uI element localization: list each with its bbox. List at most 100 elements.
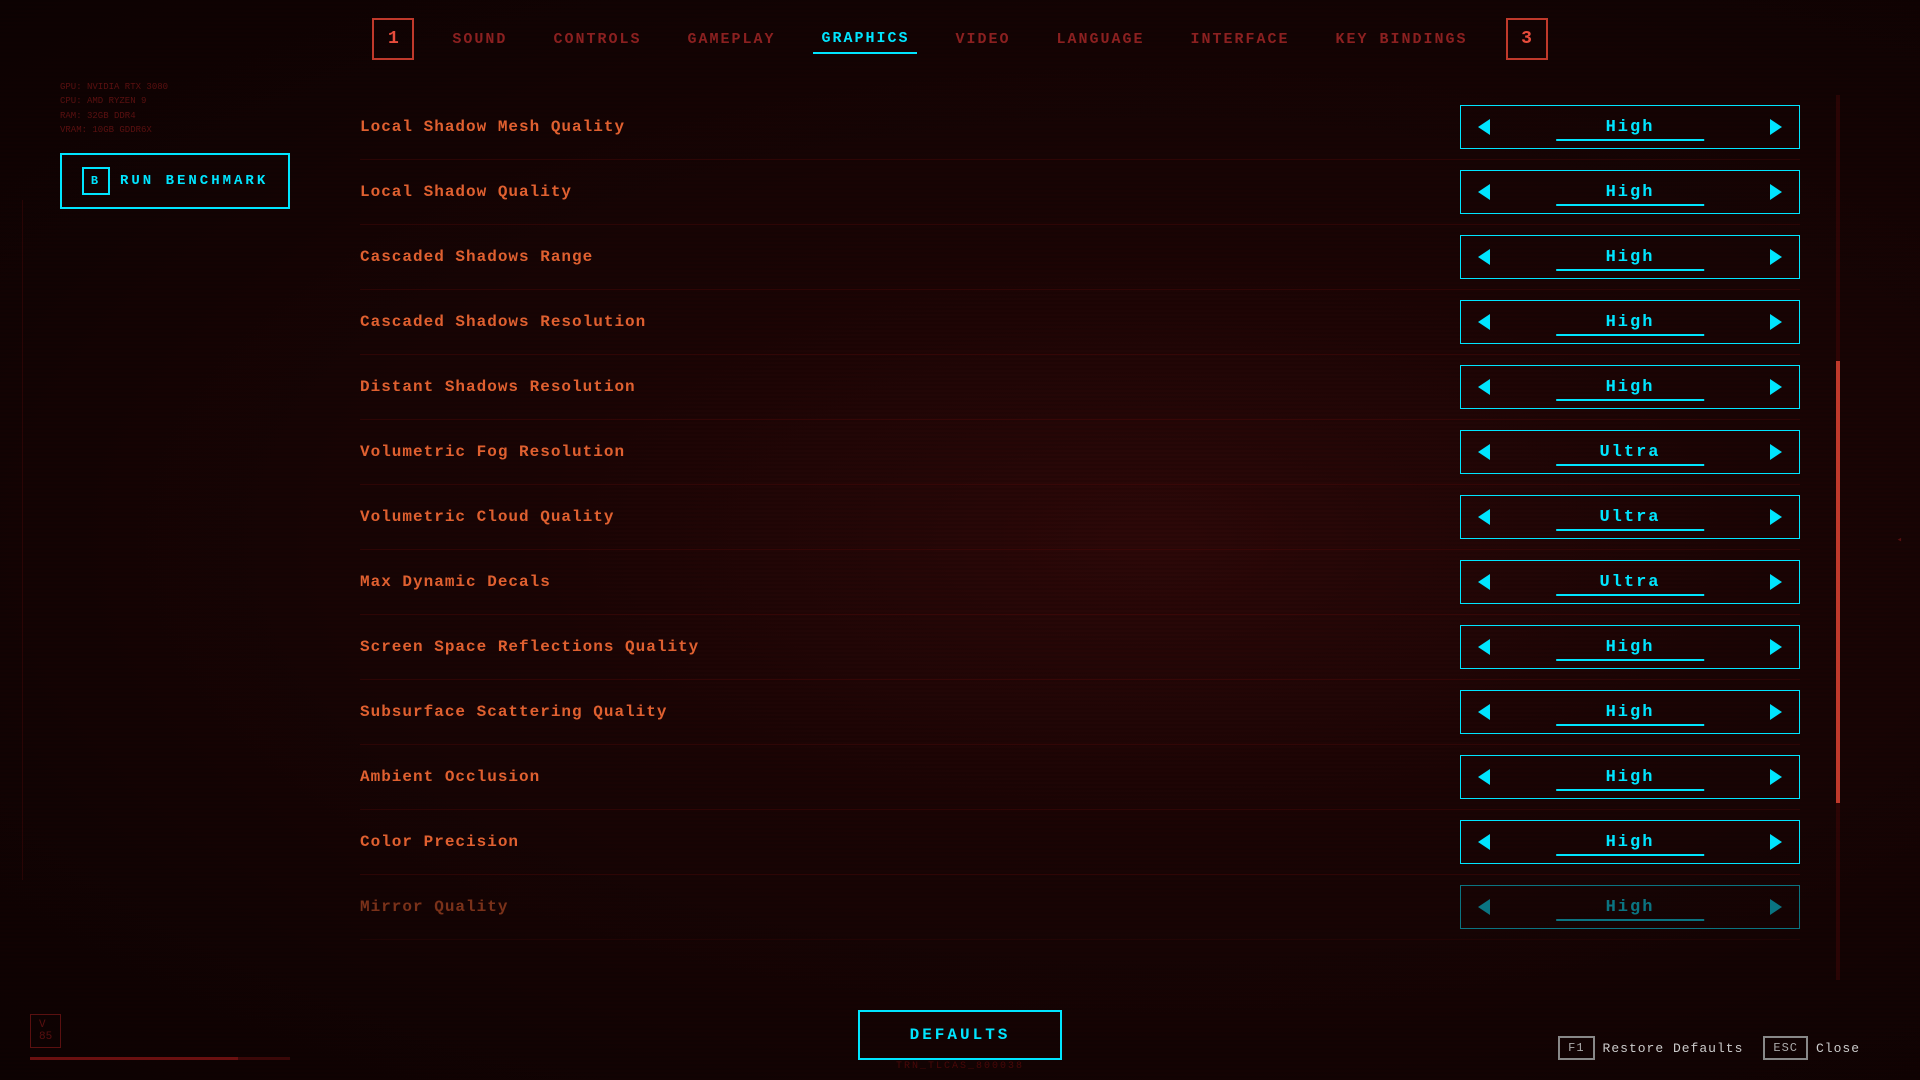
setting-prev-12[interactable] <box>1461 886 1507 928</box>
arrow-right-icon-6 <box>1770 509 1782 525</box>
arrow-left-icon-9 <box>1478 704 1490 720</box>
settings-list: Local Shadow Mesh Quality High Local Sha… <box>360 95 1800 940</box>
setting-next-9[interactable] <box>1753 691 1799 733</box>
setting-prev-3[interactable] <box>1461 301 1507 343</box>
setting-value-11: High <box>1507 833 1753 852</box>
arrow-left-icon-4 <box>1478 379 1490 395</box>
nav-bracket-left: 1 <box>372 18 414 60</box>
setting-label-1: Local Shadow Quality <box>360 183 1460 201</box>
setting-value-9: High <box>1507 703 1753 722</box>
setting-prev-11[interactable] <box>1461 821 1507 863</box>
setting-prev-10[interactable] <box>1461 756 1507 798</box>
setting-prev-7[interactable] <box>1461 561 1507 603</box>
arrow-right-icon-9 <box>1770 704 1782 720</box>
arrow-right-icon-5 <box>1770 444 1782 460</box>
arrow-left-icon-2 <box>1478 249 1490 265</box>
setting-label-2: Cascaded Shadows Range <box>360 248 1460 266</box>
arrow-right-icon-0 <box>1770 119 1782 135</box>
setting-control-8: High <box>1460 625 1800 669</box>
arrow-right-icon-2 <box>1770 249 1782 265</box>
setting-control-7: Ultra <box>1460 560 1800 604</box>
arrow-left-icon-12 <box>1478 899 1490 915</box>
setting-next-11[interactable] <box>1753 821 1799 863</box>
setting-next-5[interactable] <box>1753 431 1799 473</box>
version-badge: V85 <box>30 1014 61 1048</box>
setting-label-0: Local Shadow Mesh Quality <box>360 118 1460 136</box>
arrow-right-icon-3 <box>1770 314 1782 330</box>
setting-label-6: Volumetric Cloud Quality <box>360 508 1460 526</box>
run-benchmark-button[interactable]: B RUN BENCHMARK <box>60 153 290 209</box>
setting-next-0[interactable] <box>1753 106 1799 148</box>
settings-panel: Local Shadow Mesh Quality High Local Sha… <box>360 95 1800 980</box>
setting-value-8: High <box>1507 638 1753 657</box>
setting-next-7[interactable] <box>1753 561 1799 603</box>
tab-graphics[interactable]: GRAPHICS <box>813 25 917 54</box>
scrollbar-thumb[interactable] <box>1836 361 1840 804</box>
setting-next-12[interactable] <box>1753 886 1799 928</box>
version-bar <box>30 1057 290 1060</box>
setting-row-local-shadow-mesh: Local Shadow Mesh Quality High <box>360 95 1800 160</box>
main-content: 1 SOUND CONTROLS GAMEPLAY GRAPHICS VIDEO… <box>0 0 1920 1080</box>
benchmark-icon: B <box>82 167 110 195</box>
arrow-left-icon-1 <box>1478 184 1490 200</box>
setting-value-0: High <box>1507 118 1753 137</box>
hotkey-restore-defaults: F1 Restore Defaults <box>1558 1036 1743 1060</box>
arrow-right-icon-11 <box>1770 834 1782 850</box>
setting-control-0: High <box>1460 105 1800 149</box>
setting-value-4: High <box>1507 378 1753 397</box>
defaults-button[interactable]: DEFAULTS <box>858 1010 1063 1060</box>
setting-label-4: Distant Shadows Resolution <box>360 378 1460 396</box>
setting-control-3: High <box>1460 300 1800 344</box>
setting-control-10: High <box>1460 755 1800 799</box>
setting-value-10: High <box>1507 768 1753 787</box>
setting-control-5: Ultra <box>1460 430 1800 474</box>
setting-next-1[interactable] <box>1753 171 1799 213</box>
tab-language[interactable]: LANGUAGE <box>1049 26 1153 53</box>
setting-value-3: High <box>1507 313 1753 332</box>
hotkey-esc-badge: ESC <box>1763 1036 1808 1060</box>
arrow-right-icon-7 <box>1770 574 1782 590</box>
arrow-left-icon-8 <box>1478 639 1490 655</box>
setting-next-4[interactable] <box>1753 366 1799 408</box>
hotkey-close: ESC Close <box>1763 1036 1860 1060</box>
setting-row-volumetric-fog: Volumetric Fog Resolution Ultra <box>360 420 1800 485</box>
tab-gameplay[interactable]: GAMEPLAY <box>679 26 783 53</box>
tab-keybindings[interactable]: KEY BINDINGS <box>1328 26 1476 53</box>
setting-next-6[interactable] <box>1753 496 1799 538</box>
setting-control-9: High <box>1460 690 1800 734</box>
setting-label-11: Color Precision <box>360 833 1460 851</box>
arrow-right-icon-8 <box>1770 639 1782 655</box>
hotkey-f1-badge: F1 <box>1558 1036 1594 1060</box>
setting-next-10[interactable] <box>1753 756 1799 798</box>
setting-prev-4[interactable] <box>1461 366 1507 408</box>
tab-interface[interactable]: INTERFACE <box>1183 26 1298 53</box>
setting-prev-0[interactable] <box>1461 106 1507 148</box>
setting-prev-1[interactable] <box>1461 171 1507 213</box>
hotkey-close-label: Close <box>1816 1041 1860 1056</box>
setting-prev-2[interactable] <box>1461 236 1507 278</box>
version-bar-fill <box>30 1057 238 1060</box>
scrollbar[interactable] <box>1836 95 1840 980</box>
arrow-right-icon-4 <box>1770 379 1782 395</box>
arrow-left-icon-6 <box>1478 509 1490 525</box>
setting-next-2[interactable] <box>1753 236 1799 278</box>
setting-prev-5[interactable] <box>1461 431 1507 473</box>
tab-controls[interactable]: CONTROLS <box>545 26 649 53</box>
arrow-right-icon-1 <box>1770 184 1782 200</box>
setting-label-10: Ambient Occlusion <box>360 768 1460 786</box>
setting-row-volumetric-cloud: Volumetric Cloud Quality Ultra <box>360 485 1800 550</box>
setting-label-5: Volumetric Fog Resolution <box>360 443 1460 461</box>
tab-sound[interactable]: SOUND <box>444 26 515 53</box>
setting-prev-6[interactable] <box>1461 496 1507 538</box>
setting-prev-8[interactable] <box>1461 626 1507 668</box>
setting-label-9: Subsurface Scattering Quality <box>360 703 1460 721</box>
setting-prev-9[interactable] <box>1461 691 1507 733</box>
setting-label-3: Cascaded Shadows Resolution <box>360 313 1460 331</box>
setting-control-11: High <box>1460 820 1800 864</box>
tab-video[interactable]: VIDEO <box>947 26 1018 53</box>
setting-next-3[interactable] <box>1753 301 1799 343</box>
version-info: V85 <box>30 1014 290 1060</box>
setting-control-4: High <box>1460 365 1800 409</box>
setting-row-local-shadow-quality: Local Shadow Quality High <box>360 160 1800 225</box>
setting-next-8[interactable] <box>1753 626 1799 668</box>
